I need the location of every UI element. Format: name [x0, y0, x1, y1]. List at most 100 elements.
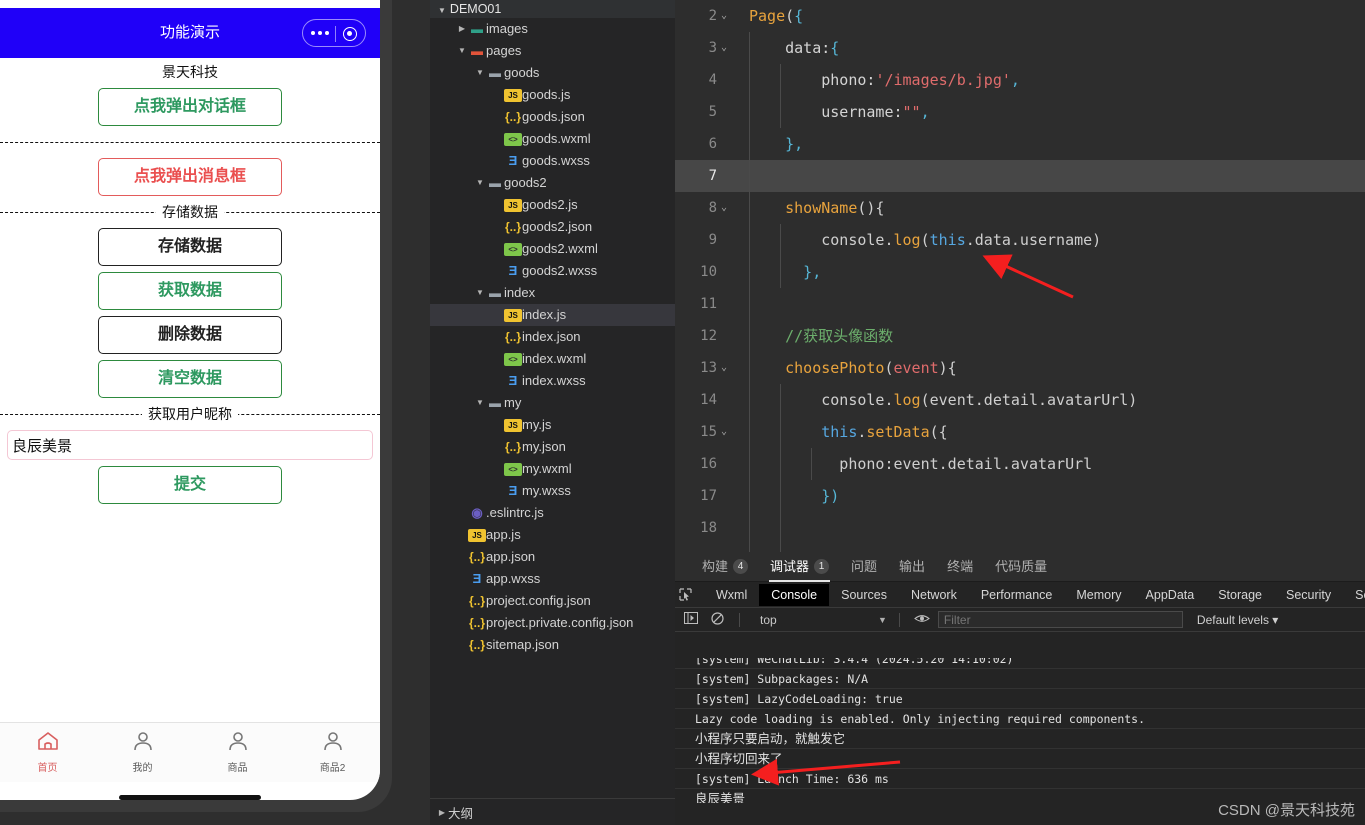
file-tree-item[interactable]: ◉ .eslintrc.js [430, 502, 675, 524]
editor-line[interactable]: 17 }) [675, 480, 1365, 512]
file-tree-item[interactable]: ▼ ▬ goods [430, 62, 675, 84]
editor-line[interactable]: 14 console.log(event.detail.avatarUrl) [675, 384, 1365, 416]
file-tree-item[interactable]: JS index.js [430, 304, 675, 326]
console-toolbar[interactable]: top ▼ Default levels ▾ [675, 608, 1365, 632]
editor-line[interactable]: 18 [675, 512, 1365, 544]
submit-button[interactable]: 提交 [98, 466, 282, 504]
file-tree-item[interactable]: Ǝgoods2.wxss [430, 260, 675, 282]
devtools-tab-security[interactable]: Security [1274, 584, 1343, 606]
file-tree-item[interactable]: {..} my.json [430, 436, 675, 458]
tabbar-item-goods2[interactable]: 商品2 [285, 723, 380, 782]
panel-tab-3[interactable]: 输出 [888, 552, 936, 582]
devtools-tab-ser[interactable]: Ser [1343, 584, 1365, 606]
more-dots-icon[interactable] [311, 31, 329, 35]
editor-line[interactable]: 16 phono:event.detail.avatarUrl [675, 448, 1365, 480]
file-tree-item[interactable]: {..} sitemap.json [430, 634, 675, 656]
nickname-input[interactable] [7, 430, 373, 460]
dialog-button[interactable]: 点我弹出对话框 [98, 88, 282, 126]
devtools-tab-sources[interactable]: Sources [829, 584, 899, 606]
panel-tab-5[interactable]: 代码质量 [984, 552, 1058, 582]
devtools-tab-network[interactable]: Network [899, 584, 969, 606]
execute-step-icon[interactable] [681, 612, 701, 627]
editor-line[interactable]: 10 }, [675, 256, 1365, 288]
file-tree-item[interactable]: ▼ ▬ goods2 [430, 172, 675, 194]
log-levels-dropdown[interactable]: Default levels ▾ [1197, 613, 1278, 627]
clear-data-button[interactable]: 清空数据 [98, 360, 282, 398]
wechat-capsule[interactable] [302, 19, 366, 47]
file-tree-item[interactable]: Ǝapp.wxss [430, 568, 675, 590]
file-tree-item[interactable]: JS goods.js [430, 84, 675, 106]
chevron-down-icon[interactable]: ▼ [474, 172, 486, 194]
devtools-tab-wxml[interactable]: Wxml [704, 584, 759, 606]
devtools-tabs[interactable]: Wxml Console Sources Network Performance Memo… [704, 583, 1365, 606]
editor-line[interactable]: 2 ⌄ Page({ [675, 0, 1365, 32]
file-tree-item[interactable]: Ǝindex.wxss [430, 370, 675, 392]
file-tree-item[interactable]: ▶ ▬ images [430, 18, 675, 40]
editor-line[interactable]: 7 [675, 160, 1365, 192]
message-button[interactable]: 点我弹出消息框 [98, 158, 282, 196]
file-tree-item[interactable]: {..} goods2.json [430, 216, 675, 238]
console-output-list[interactable]: [system] WeChatLib: 3.4.4 (2024.5.20 14:… [675, 658, 1365, 803]
fold-chevron-icon[interactable]: ⌄ [721, 352, 733, 384]
chevron-down-icon[interactable]: ▼ [456, 40, 468, 62]
panel-tab-2[interactable]: 问题 [840, 552, 888, 582]
file-tree-item[interactable]: {..} project.config.json [430, 590, 675, 612]
chevron-down-icon[interactable]: ▼ [878, 615, 887, 625]
tabbar-item-home[interactable]: 首页 [0, 723, 95, 782]
tabbar-item-mine[interactable]: 我的 [95, 723, 190, 782]
file-tree-item[interactable]: {..} goods.json [430, 106, 675, 128]
file-tree-item[interactable]: ▼ ▬ index [430, 282, 675, 304]
devtools-tab-appdata[interactable]: AppData [1134, 584, 1207, 606]
chevron-down-icon[interactable]: ▼ [474, 62, 486, 84]
editor-line[interactable]: 15 ⌄ this.setData({ [675, 416, 1365, 448]
chevron-down-icon[interactable]: ▼ [438, 6, 446, 15]
editor-line[interactable]: 6 }, [675, 128, 1365, 160]
code-editor[interactable]: 2 ⌄ Page({3 ⌄ data:{4 phono:'/images/b.jpg'… [675, 0, 1365, 552]
editor-line[interactable]: 11 [675, 288, 1365, 320]
get-data-button[interactable]: 获取数据 [98, 272, 282, 310]
file-tree-item[interactable]: JS my.js [430, 414, 675, 436]
panel-tab-bar[interactable]: 构建 4 调试器 1 问题 输出 终端 代码质量 [675, 552, 1365, 582]
editor-line[interactable]: 3 ⌄ data:{ [675, 32, 1365, 64]
devtools-tab-memory[interactable]: Memory [1064, 584, 1133, 606]
console-context-selector[interactable]: top [752, 613, 872, 627]
fold-chevron-icon[interactable]: ⌄ [721, 32, 733, 64]
devtools-tab-storage[interactable]: Storage [1206, 584, 1274, 606]
editor-line[interactable]: 12 //获取头像函数 [675, 320, 1365, 352]
tabbar-item-goods[interactable]: 商品 [190, 723, 285, 782]
file-tree-item[interactable]: {..} app.json [430, 546, 675, 568]
file-tree-item[interactable]: JS app.js [430, 524, 675, 546]
fold-chevron-icon[interactable]: ⌄ [721, 416, 733, 448]
file-tree-item[interactable]: JS goods2.js [430, 194, 675, 216]
chevron-right-icon[interactable]: ▶ [456, 18, 468, 40]
inspect-element-icon[interactable] [679, 585, 692, 605]
file-tree-item[interactable]: <> goods2.wxml [430, 238, 675, 260]
chevron-right-icon[interactable]: ▶ [436, 808, 448, 817]
eye-icon[interactable] [912, 613, 932, 627]
project-root-row[interactable]: ▼ DEMO01 [430, 0, 675, 18]
editor-line[interactable]: 4 phono:'/images/b.jpg', [675, 64, 1365, 96]
chevron-down-icon[interactable]: ▼ [474, 282, 486, 304]
file-tree-item[interactable]: <> index.wxml [430, 348, 675, 370]
fold-chevron-icon[interactable]: ⌄ [721, 192, 733, 224]
file-tree-item[interactable]: ▼ ▬ pages [430, 40, 675, 62]
editor-line[interactable]: 5 username:"", [675, 96, 1365, 128]
panel-tab-0[interactable]: 构建 4 [691, 552, 759, 582]
file-tree-list[interactable]: ▶ ▬ images ▼ ▬ pages ▼ ▬ goods JS goods.js {..} good… [430, 18, 675, 798]
file-tree-item[interactable]: Ǝgoods.wxss [430, 150, 675, 172]
devtools-tab-performance[interactable]: Performance [969, 584, 1065, 606]
editor-line[interactable]: 8 ⌄ showName(){ [675, 192, 1365, 224]
target-circle-icon[interactable] [343, 27, 357, 41]
console-filter-input[interactable] [937, 611, 1183, 628]
editor-line[interactable]: 9 console.log(this.data.username) [675, 224, 1365, 256]
devtools-tab-console[interactable]: Console [759, 583, 830, 606]
outline-section[interactable]: ▶ 大纲 [430, 798, 675, 825]
chevron-down-icon[interactable]: ▼ [474, 392, 486, 414]
panel-tab-1[interactable]: 调试器 1 [759, 552, 840, 582]
file-tree-item[interactable]: <> goods.wxml [430, 128, 675, 150]
file-tree-item[interactable]: {..} index.json [430, 326, 675, 348]
devtools-tab-bar[interactable]: Wxml Console Sources Network Performance Memo… [675, 582, 1365, 608]
file-tree-item[interactable]: <> my.wxml [430, 458, 675, 480]
panel-tab-4[interactable]: 终端 [936, 552, 984, 582]
file-tree-item[interactable]: Ǝmy.wxss [430, 480, 675, 502]
